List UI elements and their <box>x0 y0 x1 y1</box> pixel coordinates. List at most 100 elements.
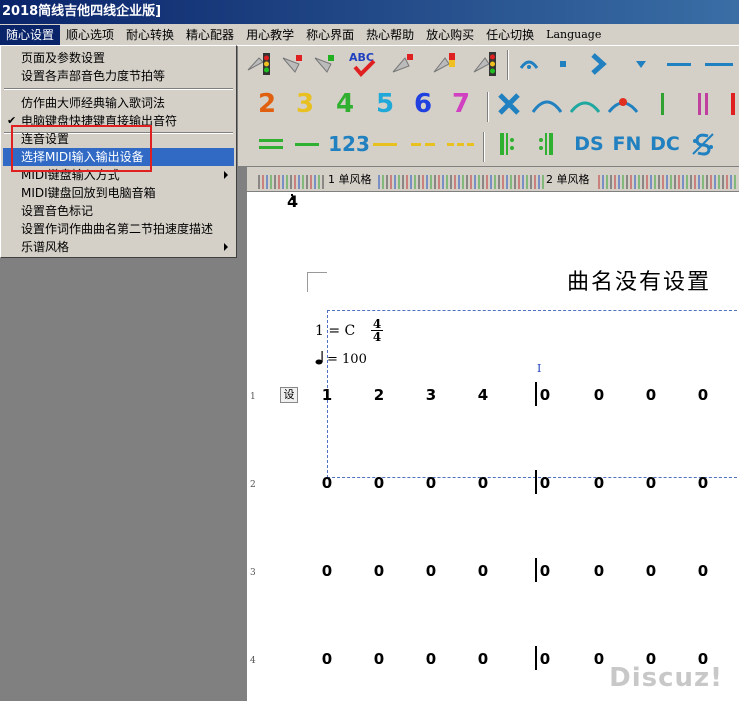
arrow-traffic-icon[interactable] <box>429 48 461 80</box>
score-note[interactable]: 0 <box>475 562 491 580</box>
menu-jingxin-instruments[interactable]: 精心配器 <box>180 25 240 45</box>
fermata-icon[interactable] <box>513 48 545 80</box>
score-page[interactable]: 4 曲名没有设置 1 = C 4 4 = 100 I 设 1 1 2 3 4 0 0 0 0 2 0… <box>247 192 739 701</box>
accent-slur-icon[interactable] <box>607 88 639 120</box>
score-note[interactable]: 0 <box>591 562 607 580</box>
settings-dropdown-menu: 页面及参数设置 设置各声部音色力度节拍等 仿作曲大师经典输入歌词法 ✔ 电脑键盘快… <box>0 45 237 258</box>
score-note[interactable]: 0 <box>423 562 439 580</box>
score-note[interactable]: 0 <box>537 474 553 492</box>
score-note[interactable]: 0 <box>371 562 387 580</box>
note-3-button[interactable]: 3 <box>289 88 321 120</box>
repeat-end-icon[interactable] <box>531 128 563 160</box>
tie-icon[interactable] <box>569 88 601 120</box>
note-2-button[interactable]: 2 <box>251 88 283 120</box>
score-note[interactable]: 0 <box>319 562 335 580</box>
underline-icon[interactable] <box>291 128 323 160</box>
toolbar-row-1: ABC <box>237 48 739 86</box>
red-bar-icon[interactable] <box>717 88 739 120</box>
equals-icon[interactable] <box>255 128 287 160</box>
selection-box <box>327 310 739 478</box>
score-note[interactable]: 0 <box>537 386 553 404</box>
menu-chenxin-interface[interactable]: 称心界面 <box>300 25 360 45</box>
score-note[interactable]: 0 <box>695 474 711 492</box>
score-note[interactable]: 0 <box>591 474 607 492</box>
menu-suixin-settings[interactable]: 随心设置 <box>0 24 61 45</box>
menu-item-timbre-marks[interactable]: 设置音色标记 <box>3 202 234 220</box>
arrow-green-dot-icon[interactable] <box>309 48 341 80</box>
dotted-dash-icon[interactable] <box>407 128 439 160</box>
score-note[interactable]: 0 <box>643 474 659 492</box>
score-note[interactable]: 0 <box>371 474 387 492</box>
score-note[interactable]: 0 <box>319 474 335 492</box>
arrow-red-dot-icon[interactable] <box>277 48 309 80</box>
score-note[interactable]: 0 <box>695 562 711 580</box>
menu-item-midi-input-mode[interactable]: MIDI键盘输入方式 <box>3 166 234 184</box>
key-signature[interactable]: 1 = C <box>315 323 355 339</box>
score-note[interactable]: 2 <box>371 386 387 404</box>
menu-fangxin-purchase[interactable]: 放心购买 <box>420 25 480 45</box>
dot-icon[interactable] <box>547 48 579 80</box>
menu-item-page-params[interactable]: 页面及参数设置 <box>3 49 234 67</box>
note-5-button[interactable]: 5 <box>369 88 401 120</box>
tempo-marking[interactable]: = 100 <box>327 352 367 367</box>
line-number: 3 <box>250 568 256 578</box>
long-dash-icon[interactable] <box>703 48 735 80</box>
time-signature[interactable]: 4 4 <box>371 318 383 343</box>
score-note[interactable]: 0 <box>591 650 607 668</box>
menu-renxin-switch[interactable]: 任心切换 <box>480 25 540 45</box>
menu-language[interactable]: Language <box>540 25 607 45</box>
triangle-down-icon[interactable] <box>625 48 657 80</box>
set-button[interactable]: 设 <box>280 387 298 403</box>
bar-line-icon[interactable] <box>647 88 679 120</box>
score-note[interactable]: 0 <box>643 386 659 404</box>
score-note[interactable]: 1 <box>319 386 335 404</box>
traffic-light-full-icon[interactable] <box>469 48 501 80</box>
menu-item-midi-playback[interactable]: MIDI键盘回放到电脑音箱 <box>3 184 234 202</box>
chevron-right-icon[interactable] <box>583 48 615 80</box>
dash-icon[interactable] <box>663 48 695 80</box>
segno-icon[interactable] <box>687 128 719 160</box>
numbered-notation-button[interactable]: 123 <box>328 128 370 160</box>
spell-check-icon[interactable]: ABC <box>347 48 379 80</box>
triple-dash-icon[interactable] <box>445 128 477 160</box>
menu-shunxin-options[interactable]: 顺心选项 <box>60 25 120 45</box>
menu-item-legato-settings[interactable]: 连音设置 <box>3 130 234 148</box>
dc-button[interactable]: DC <box>647 128 683 160</box>
score-note[interactable]: 0 <box>591 386 607 404</box>
score-note[interactable]: 0 <box>475 650 491 668</box>
menu-item-score-style[interactable]: 乐谱风格 <box>3 238 234 256</box>
song-title[interactable]: 曲名没有设置 <box>567 264 711 296</box>
double-bar-icon[interactable] <box>687 88 719 120</box>
menu-item-keyboard-shortcut[interactable]: ✔ 电脑键盘快捷键直接输出音符 <box>3 112 234 130</box>
note-4-button[interactable]: 4 <box>329 88 361 120</box>
note-7-button[interactable]: 7 <box>445 88 477 120</box>
score-note[interactable]: 0 <box>423 650 439 668</box>
score-note[interactable]: 0 <box>371 650 387 668</box>
score-note[interactable]: 0 <box>319 650 335 668</box>
menu-item-title-tempo[interactable]: 设置作词作曲曲名第二节拍速度描述 <box>3 220 234 238</box>
score-note[interactable]: 0 <box>643 562 659 580</box>
menu-item-voice-settings[interactable]: 设置各声部音色力度节拍等 <box>3 67 234 85</box>
score-note[interactable]: 3 <box>423 386 439 404</box>
score-note[interactable]: 0 <box>695 386 711 404</box>
repeat-start-icon[interactable] <box>491 128 523 160</box>
fn-button[interactable]: FN <box>609 128 645 160</box>
score-note[interactable]: 0 <box>475 474 491 492</box>
score-note[interactable]: 0 <box>537 650 553 668</box>
slur-icon[interactable] <box>531 88 563 120</box>
menu-naixin-convert[interactable]: 耐心转换 <box>120 25 180 45</box>
traffic-light-icon[interactable] <box>243 48 275 80</box>
menu-item-midi-devices[interactable]: 选择MIDI输入输出设备 <box>3 148 234 166</box>
score-note[interactable]: 0 <box>537 562 553 580</box>
dash-yellow-icon[interactable] <box>369 128 401 160</box>
score-note[interactable]: 0 <box>423 474 439 492</box>
ds-button[interactable]: DS <box>571 128 607 160</box>
measure-ruler[interactable]: 1 单风格 2 单风格 <box>247 166 739 192</box>
arrow-red-square-icon[interactable] <box>387 48 419 80</box>
score-note[interactable]: 4 <box>475 386 491 404</box>
note-6-button[interactable]: 6 <box>407 88 439 120</box>
menu-item-lyrics-input[interactable]: 仿作曲大师经典输入歌词法 <box>3 94 234 112</box>
menu-rexin-help[interactable]: 热心帮助 <box>360 25 420 45</box>
close-x-icon[interactable] <box>493 88 525 120</box>
menu-yongxin-teaching[interactable]: 用心教学 <box>240 25 300 45</box>
